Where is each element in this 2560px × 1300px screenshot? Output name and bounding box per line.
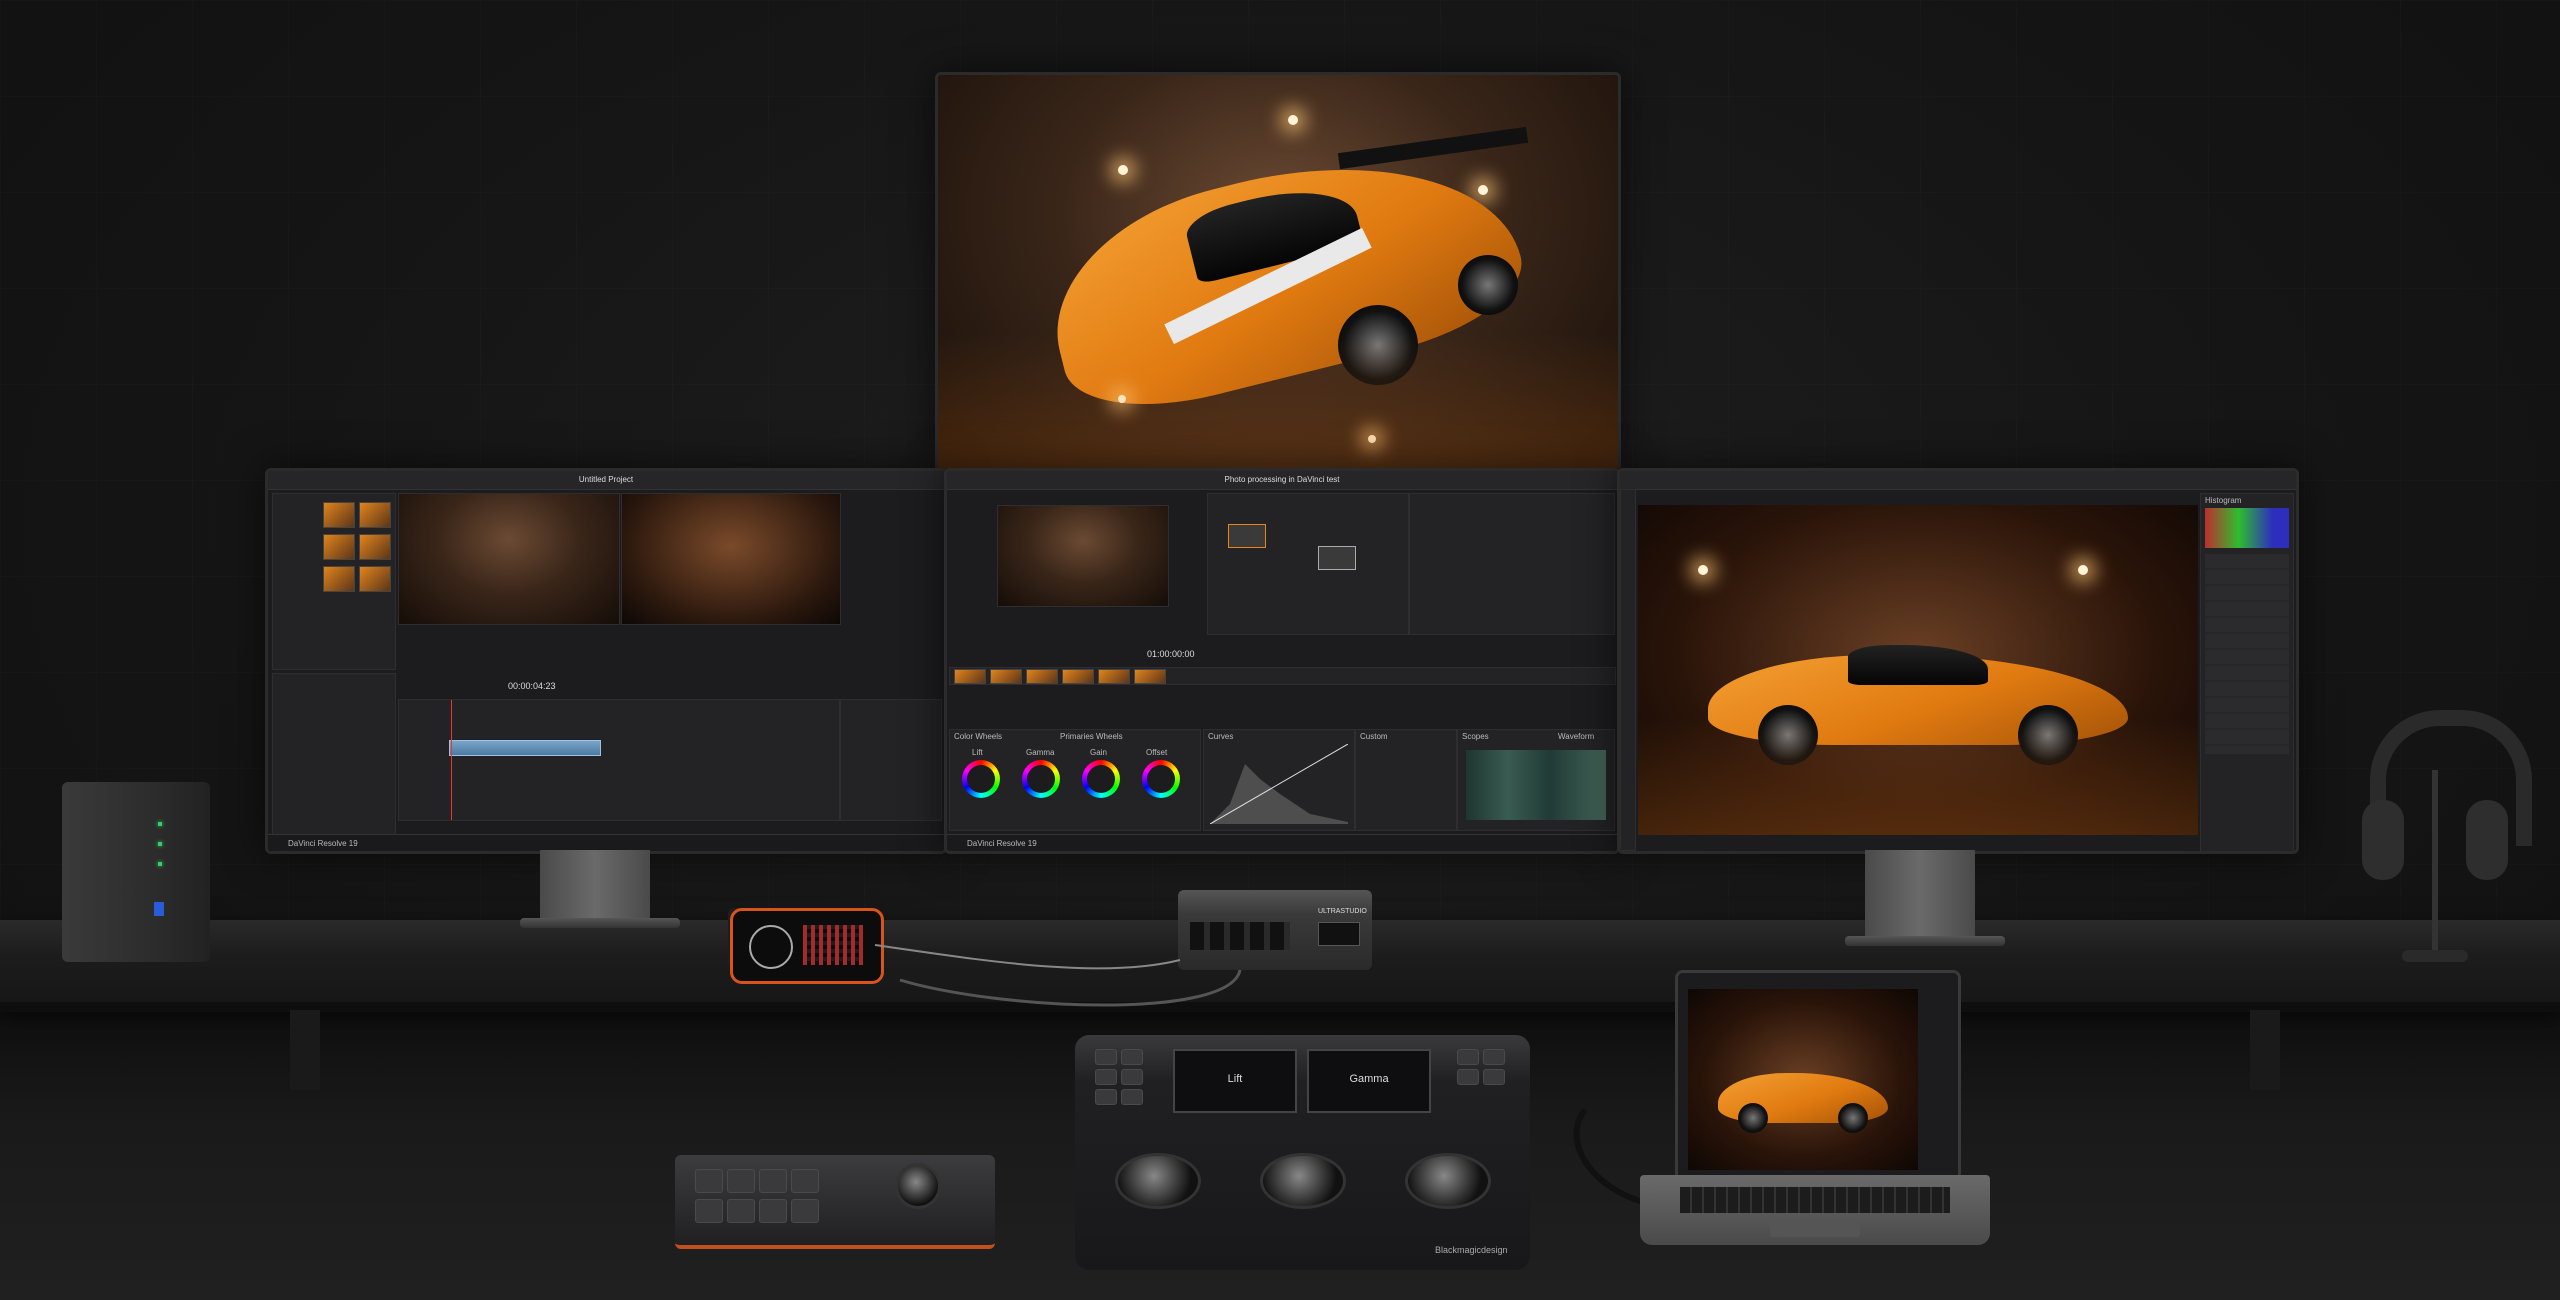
lcd-screen: Gamma xyxy=(1307,1049,1431,1113)
race-car xyxy=(1718,1053,1898,1143)
soft-key[interactable] xyxy=(1483,1049,1505,1065)
soft-key[interactable] xyxy=(1457,1069,1479,1085)
lcd-label: Gamma xyxy=(1349,1073,1389,1085)
pad-key[interactable] xyxy=(759,1199,787,1223)
studio-scene: Untitled Project 00:00:04:23 DaVinci Res… xyxy=(0,0,2560,1300)
soft-key[interactable] xyxy=(1121,1069,1143,1085)
pad-key[interactable] xyxy=(791,1199,819,1223)
soft-key[interactable] xyxy=(1457,1049,1479,1065)
laptop-screen xyxy=(1675,970,1961,1181)
pad-key[interactable] xyxy=(727,1169,755,1193)
lcd-screen: Lift xyxy=(1173,1049,1297,1113)
ear-cup xyxy=(2362,800,2404,880)
pad-key[interactable] xyxy=(759,1169,787,1193)
stand-base xyxy=(2402,950,2468,962)
soft-key[interactable] xyxy=(1121,1089,1143,1105)
soft-key[interactable] xyxy=(1095,1049,1117,1065)
lcd-label: Lift xyxy=(1227,1073,1243,1085)
stand-pole xyxy=(2432,770,2438,960)
pad-key[interactable] xyxy=(791,1169,819,1193)
trackpad[interactable] xyxy=(1770,1219,1860,1237)
soft-key[interactable] xyxy=(1095,1069,1117,1085)
soft-key[interactable] xyxy=(1483,1069,1505,1085)
gain-trackball[interactable] xyxy=(1405,1153,1491,1209)
car-wheel xyxy=(1838,1103,1868,1133)
lift-trackball[interactable] xyxy=(1115,1153,1201,1209)
color-control-panel: Lift Gamma Blackmagicdesign xyxy=(1075,1035,1530,1270)
ear-cup xyxy=(2466,800,2508,880)
pad-key[interactable] xyxy=(727,1199,755,1223)
keyboard[interactable] xyxy=(1680,1187,1950,1213)
gamma-trackball[interactable] xyxy=(1260,1153,1346,1209)
soft-key[interactable] xyxy=(1121,1049,1143,1065)
photo-editor-ui xyxy=(1678,973,1958,1178)
jog-knob[interactable] xyxy=(895,1163,941,1209)
car-wheel xyxy=(1738,1103,1768,1133)
headphones-stand xyxy=(2360,710,2532,962)
pad-key[interactable] xyxy=(695,1199,723,1223)
pad-key[interactable] xyxy=(695,1169,723,1193)
soft-key[interactable] xyxy=(1095,1089,1117,1105)
brand-label: Blackmagicdesign xyxy=(1435,1245,1508,1255)
laptop-base xyxy=(1640,1175,1990,1245)
speed-editor xyxy=(675,1155,995,1249)
